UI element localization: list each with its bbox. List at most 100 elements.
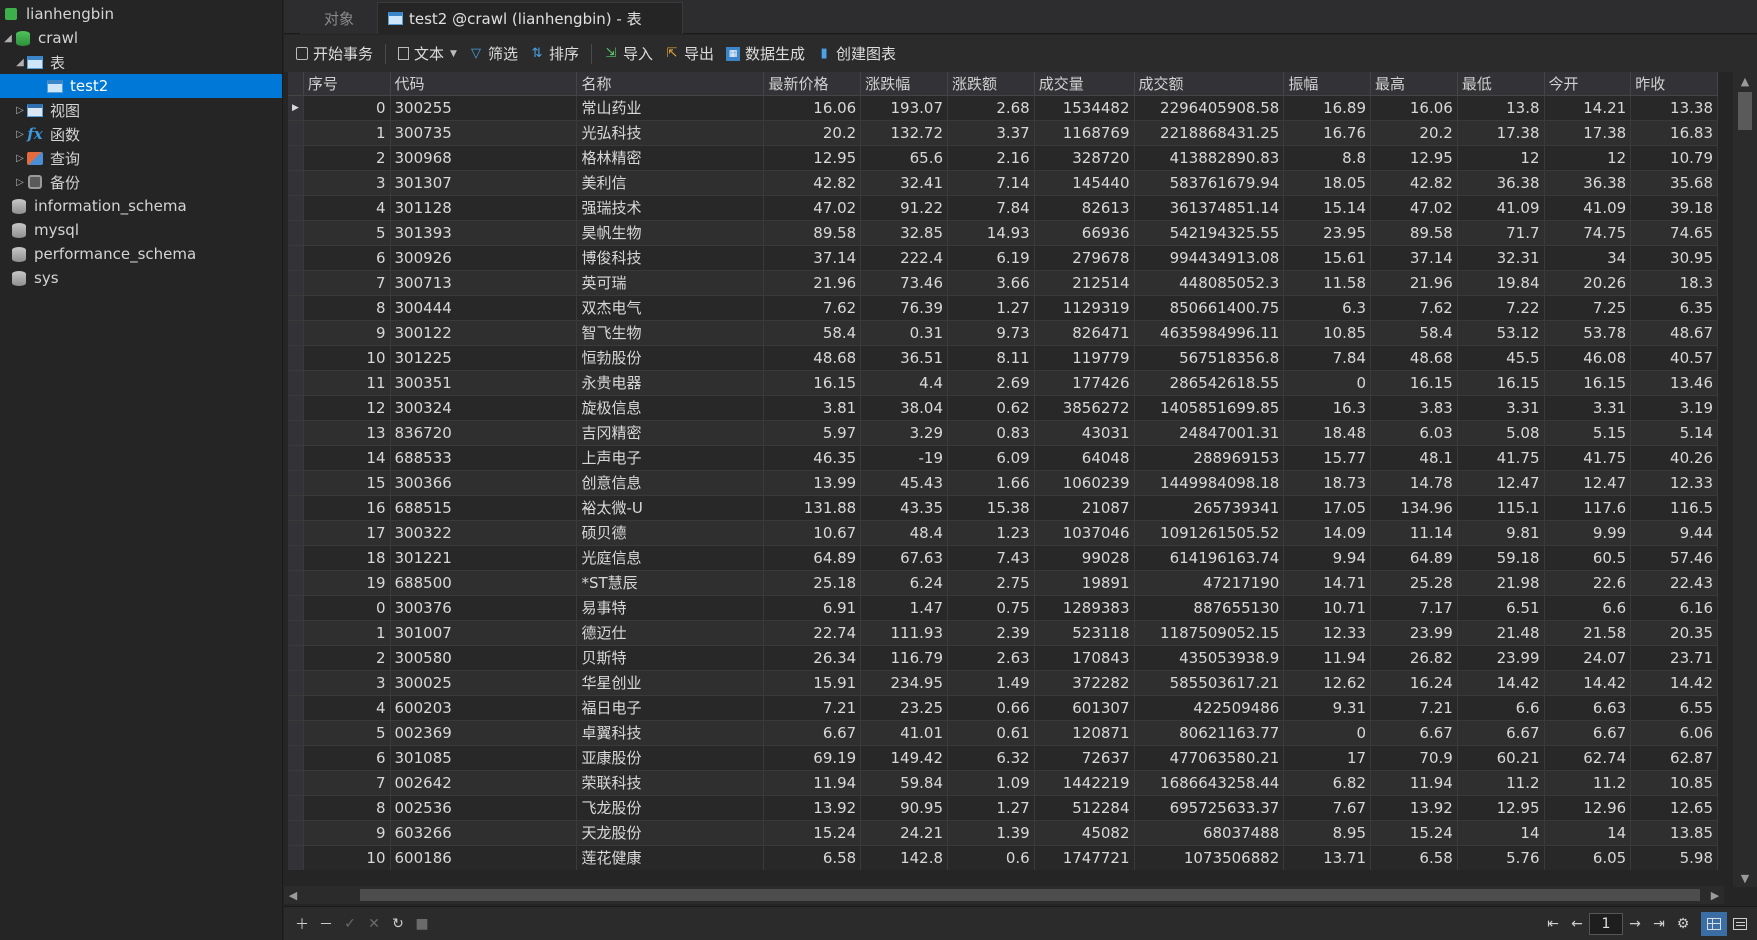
table-cell[interactable]: 145440 — [1034, 170, 1135, 196]
table-cell[interactable]: 111.93 — [860, 620, 949, 646]
tree-tables-group[interactable]: ◢ 表 — [0, 50, 282, 74]
table-cell[interactable]: 47217190 — [1134, 570, 1285, 596]
table-cell[interactable]: 15.61 — [1283, 245, 1372, 271]
table-cell[interactable]: 1060239 — [1034, 470, 1135, 496]
table-cell[interactable]: 0 — [303, 95, 391, 121]
table-cell[interactable]: 0.75 — [947, 595, 1035, 621]
table-cell[interactable]: 16 — [303, 495, 391, 521]
table-cell[interactable]: 12.95 — [763, 145, 862, 171]
table-cell[interactable]: 300025 — [390, 670, 578, 696]
table-cell[interactable]: 300122 — [390, 320, 578, 346]
table-cell[interactable]: 1534482 — [1034, 95, 1135, 121]
table-cell[interactable]: 372282 — [1034, 670, 1135, 696]
table-cell[interactable]: 695725633.37 — [1134, 795, 1285, 821]
last-page-button[interactable]: ⇥ — [1647, 912, 1671, 936]
column-header[interactable]: 涨跌幅 — [860, 72, 949, 96]
column-header[interactable]: 最新价格 — [763, 72, 862, 96]
table-row[interactable]: 19 688500 *ST慧辰 25.18 6.24 2.75 19891 47217190 1… — [288, 570, 1718, 596]
table-cell[interactable]: 13.99 — [763, 470, 862, 496]
table-cell[interactable]: 2.63 — [947, 645, 1035, 671]
table-row[interactable]: 11 300351 永贵电器 16.15 4.4 2.69 177426 286542618.… — [288, 370, 1718, 396]
table-cell[interactable]: 18.73 — [1283, 470, 1372, 496]
table-cell[interactable]: 1091261505.52 — [1134, 520, 1285, 546]
table-cell[interactable]: 36.51 — [860, 345, 949, 371]
table-cell[interactable]: 7.17 — [1370, 595, 1458, 621]
table-cell[interactable]: 16.15 — [1457, 370, 1545, 396]
table-row[interactable]: 17 300322 硕贝德 10.67 48.4 1.23 1037046 109126150… — [288, 520, 1718, 546]
table-cell[interactable]: 301225 — [390, 345, 578, 371]
tree-table-test2[interactable]: test2 — [0, 74, 282, 98]
table-cell[interactable]: 7 — [303, 270, 391, 296]
row-marker[interactable] — [288, 320, 304, 346]
row-marker[interactable] — [288, 370, 304, 396]
table-cell[interactable]: 60.21 — [1457, 745, 1545, 771]
table-cell[interactable]: 74.65 — [1630, 220, 1718, 246]
table-cell[interactable]: 12.33 — [1630, 470, 1718, 496]
table-cell[interactable]: 吉冈精密 — [576, 420, 765, 446]
table-cell[interactable]: 12.95 — [1457, 795, 1545, 821]
table-cell[interactable]: 361374851.14 — [1134, 195, 1285, 221]
table-cell[interactable]: 177426 — [1034, 370, 1135, 396]
table-cell[interactable]: 6.51 — [1457, 595, 1545, 621]
table-cell[interactable]: 11.2 — [1544, 770, 1632, 796]
row-marker[interactable] — [288, 720, 304, 746]
table-cell[interactable]: 37.14 — [1370, 245, 1458, 271]
table-cell[interactable]: 567518356.8 — [1134, 345, 1285, 371]
table-cell[interactable]: 15.14 — [1283, 195, 1372, 221]
table-cell[interactable]: 6.55 — [1630, 695, 1718, 721]
tab-objects[interactable]: 对象 — [300, 2, 378, 34]
table-cell[interactable]: 5.14 — [1630, 420, 1718, 446]
table-cell[interactable]: 13.92 — [1370, 795, 1458, 821]
table-row[interactable]: 14 688533 上声电子 46.35 -19 6.09 64048 288969153 15… — [288, 445, 1718, 471]
scrollbar-thumb[interactable] — [360, 889, 1700, 901]
table-row[interactable]: 4 301128 强瑞技术 47.02 91.22 7.84 82613 361374851.… — [288, 195, 1718, 221]
table-cell[interactable]: 58.4 — [1370, 320, 1458, 346]
table-cell[interactable]: 3 — [303, 670, 391, 696]
table-cell[interactable]: 14.93 — [947, 220, 1035, 246]
table-cell[interactable]: 22.43 — [1630, 570, 1718, 596]
table-cell[interactable]: 39.18 — [1630, 195, 1718, 221]
table-cell[interactable]: 688515 — [390, 495, 578, 521]
column-header[interactable]: 成交量 — [1034, 72, 1135, 96]
table-cell[interactable]: 14.71 — [1283, 570, 1372, 596]
table-cell[interactable]: 688500 — [390, 570, 578, 596]
table-cell[interactable]: 旋极信息 — [576, 395, 765, 421]
table-cell[interactable]: 89.58 — [763, 220, 862, 246]
table-cell[interactable]: 13.85 — [1630, 820, 1718, 846]
table-cell[interactable]: 43031 — [1034, 420, 1135, 446]
table-cell[interactable]: 20.35 — [1630, 620, 1718, 646]
tree-views-group[interactable]: ▷ 视图 — [0, 98, 282, 122]
table-cell[interactable]: 0 — [1283, 370, 1372, 396]
table-cell[interactable]: 42.82 — [1370, 170, 1458, 196]
table-cell[interactable]: 3.31 — [1457, 395, 1545, 421]
table-cell[interactable]: 2.16 — [947, 145, 1035, 171]
table-row[interactable]: 4 600203 福日电子 7.21 23.25 0.66 601307 422509486 9… — [288, 695, 1718, 721]
table-cell[interactable]: 53.78 — [1544, 320, 1632, 346]
table-cell[interactable]: 36.38 — [1544, 170, 1632, 196]
table-cell[interactable]: 6.67 — [1544, 720, 1632, 746]
row-marker[interactable] — [288, 295, 304, 321]
table-cell[interactable]: 994434913.08 — [1134, 245, 1285, 271]
table-cell[interactable]: 8.95 — [1283, 820, 1372, 846]
table-cell[interactable]: 1686643258.44 — [1134, 770, 1285, 796]
row-marker[interactable] — [288, 595, 304, 621]
table-cell[interactable]: 301085 — [390, 745, 578, 771]
table-cell[interactable]: 435053938.9 — [1134, 645, 1285, 671]
begin-transaction-button[interactable]: 开始事务 — [290, 40, 379, 68]
table-cell[interactable]: 6.16 — [1630, 595, 1718, 621]
table-cell[interactable]: 47.02 — [763, 195, 862, 221]
table-cell[interactable]: 9.44 — [1630, 520, 1718, 546]
row-marker[interactable] — [288, 345, 304, 371]
table-cell[interactable]: 福日电子 — [576, 695, 765, 721]
table-row[interactable]: 12 300324 旋极信息 3.81 38.04 0.62 3856272 14058516… — [288, 395, 1718, 421]
table-cell[interactable]: 10 — [303, 845, 391, 870]
table-row[interactable]: ▶ 0 300255 常山药业 16.06 193.07 2.68 1534482 229640… — [288, 95, 1718, 121]
table-cell[interactable]: 11.94 — [1283, 645, 1372, 671]
table-cell[interactable]: 6.19 — [947, 245, 1035, 271]
table-cell[interactable]: 亚康股份 — [576, 745, 765, 771]
table-row[interactable]: 16 688515 裕太微-U 131.88 43.35 15.38 21087 265739… — [288, 495, 1718, 521]
table-row[interactable]: 13 836720 吉冈精密 5.97 3.29 0.83 43031 24847001.31… — [288, 420, 1718, 446]
table-cell[interactable]: 48.67 — [1630, 320, 1718, 346]
table-cell[interactable]: 1 — [303, 120, 391, 146]
table-cell[interactable]: 6.35 — [1630, 295, 1718, 321]
